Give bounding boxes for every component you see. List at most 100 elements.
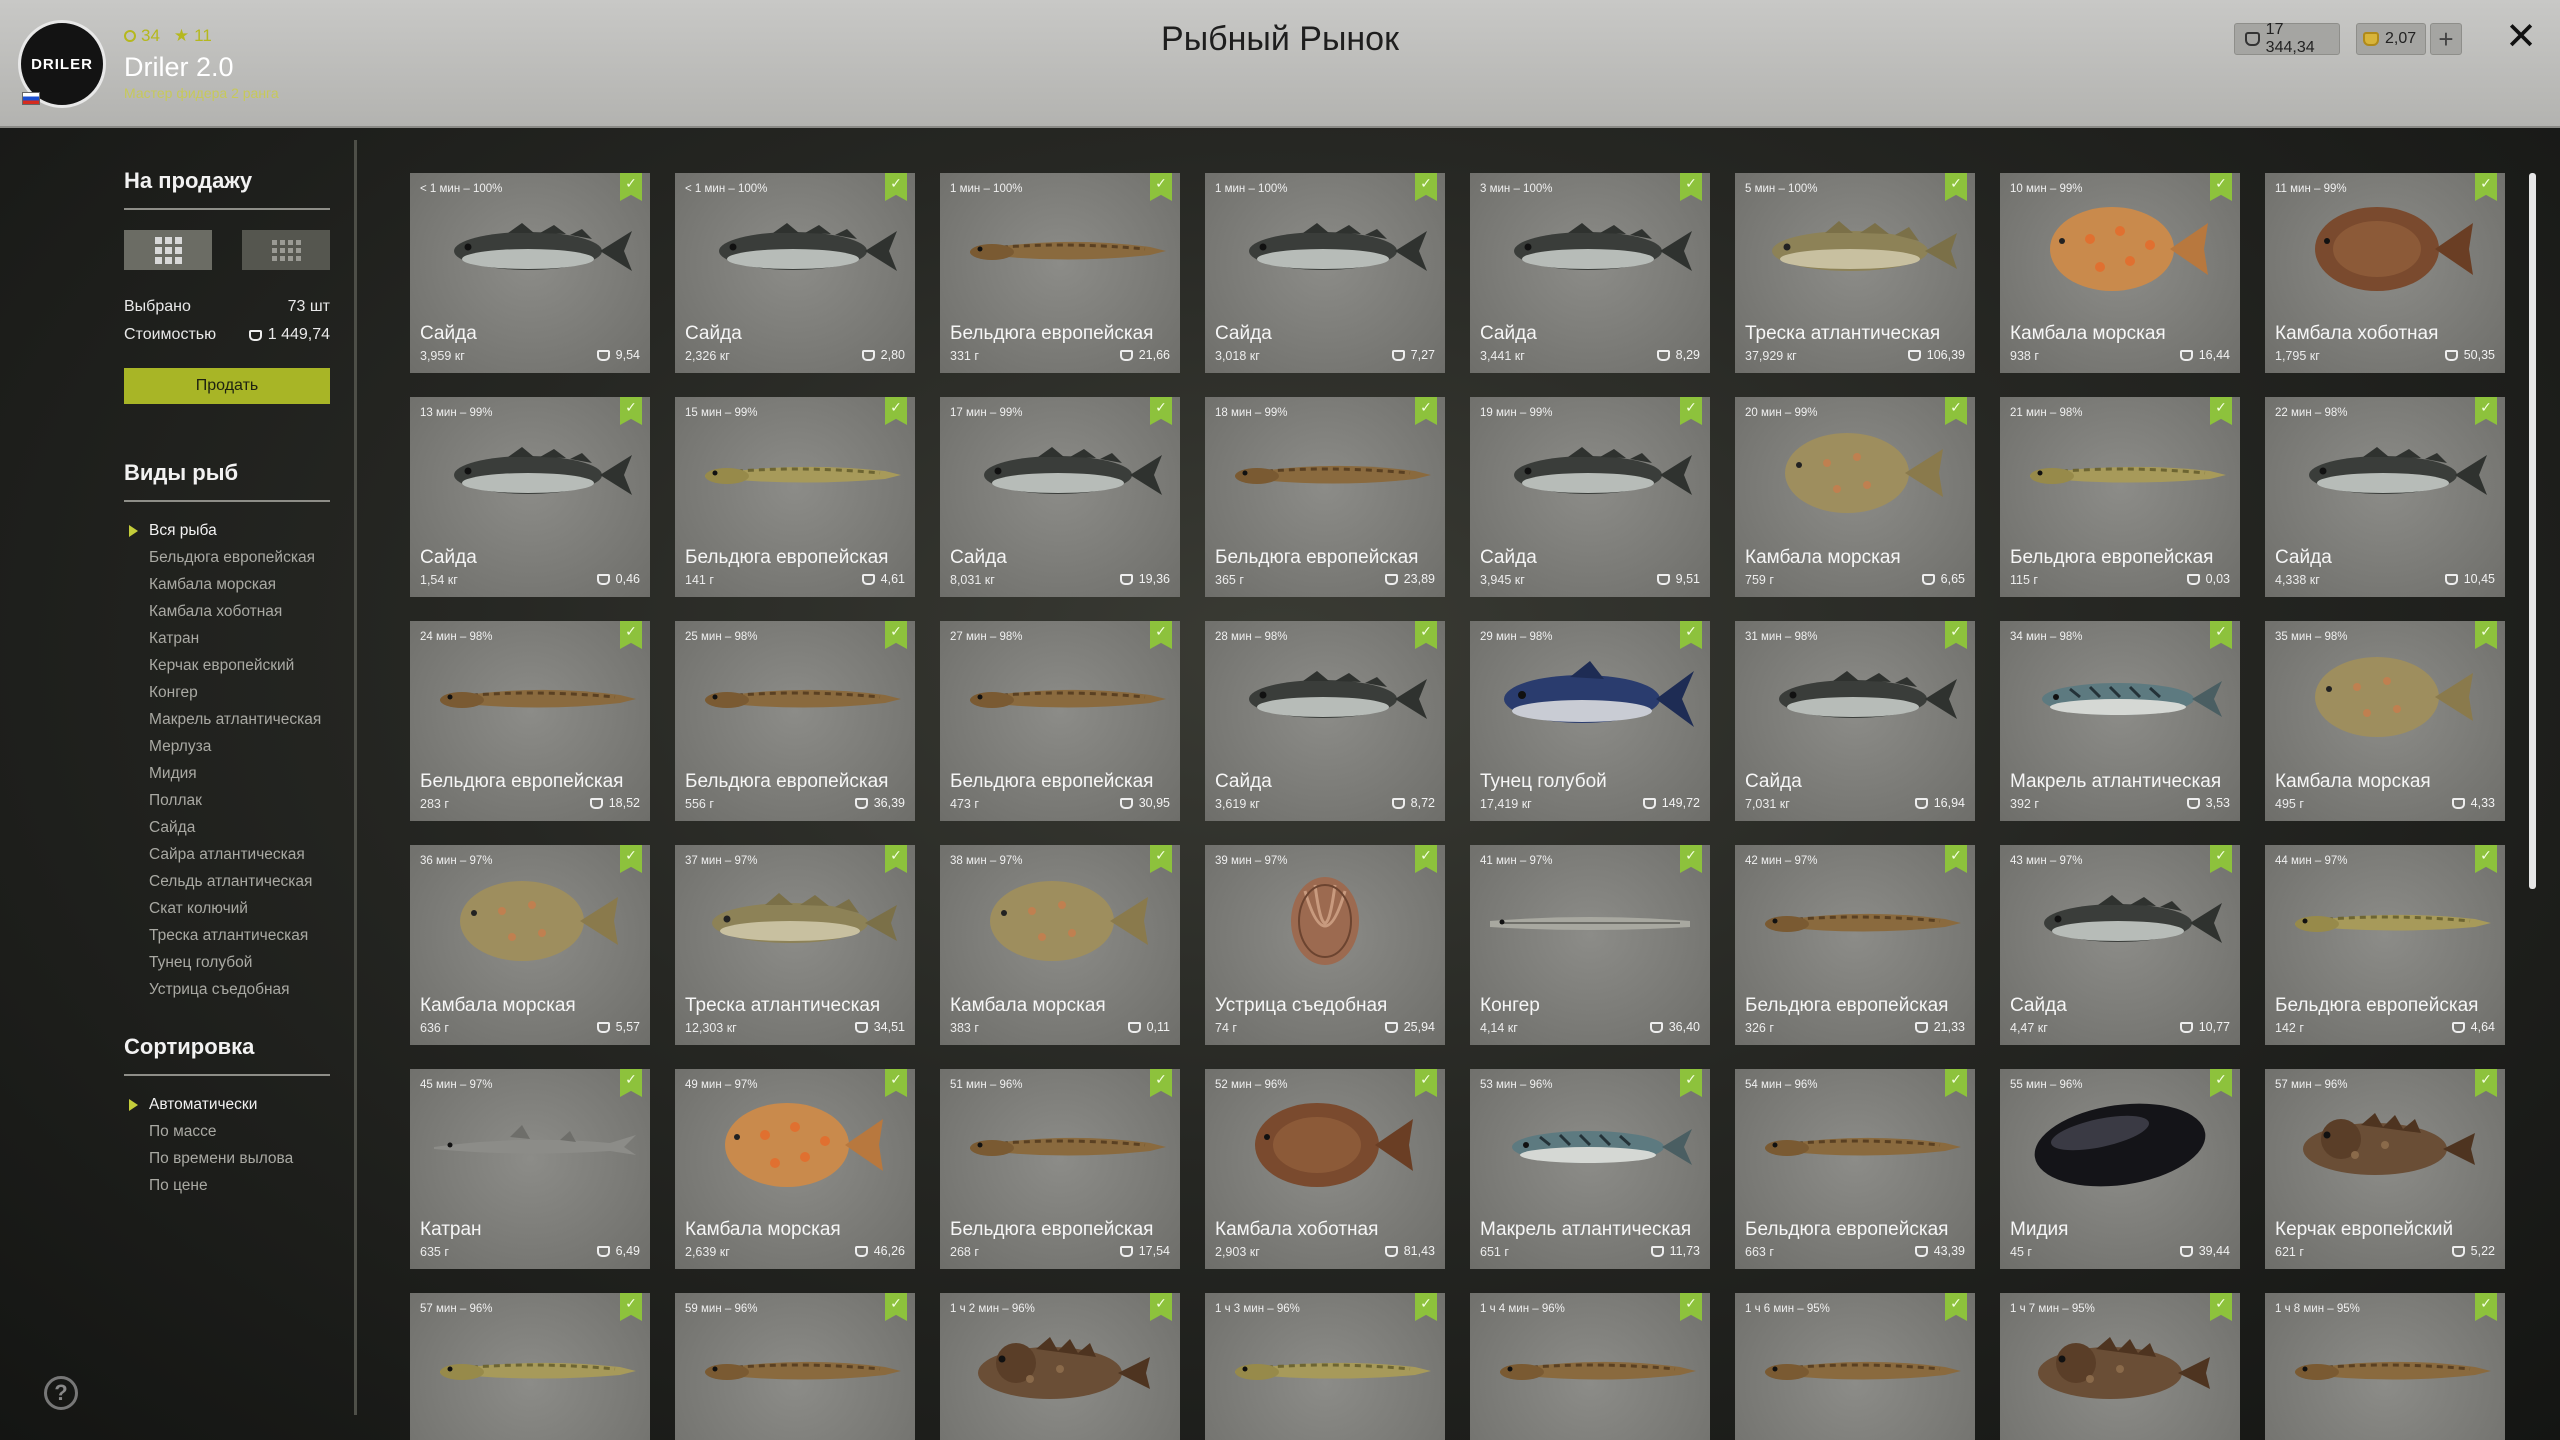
fish-card[interactable]: 54 мин – 96% ✓ Бельдюга европейская 663 … [1735, 1069, 1975, 1269]
fish-card[interactable]: 34 мин – 98% ✓ Макрель атлантическая 392… [2000, 621, 2240, 821]
species-filter-item[interactable]: Макрель атлантическая [124, 711, 330, 728]
fish-card[interactable]: 49 мин – 97% ✓ Камбала морская 2,639 кг … [675, 1069, 915, 1269]
species-filter-item[interactable]: Конгер [124, 684, 330, 701]
fish-weight: 283 г [420, 797, 449, 811]
cost-value-wrap: 1 449,74 [248, 326, 330, 344]
fish-card[interactable]: 35 мин – 98% ✓ Камбала морская 495 г 4,3… [2265, 621, 2505, 821]
fish-card[interactable]: < 1 мин – 100% ✓ Сайда 2,326 кг 2,80 [675, 173, 915, 373]
fish-name: Бельдюга европейская [2010, 547, 2214, 568]
fish-card[interactable]: 21 мин – 98% ✓ Бельдюга европейская 115 … [2000, 397, 2240, 597]
fish-card[interactable]: 1 мин – 100% ✓ Сайда 3,018 кг 7,27 [1205, 173, 1445, 373]
fish-grid: < 1 мин – 100% ✓ Сайда 3,959 кг 9,54 < 1… [410, 173, 2510, 1440]
fish-card[interactable]: 1 ч 6 мин – 95% ✓ [1735, 1293, 1975, 1440]
species-filter-item[interactable]: Керчак европейский [124, 657, 330, 674]
fish-price: 11,73 [1650, 1244, 1700, 1258]
sidebar: На продажу Выбрано 73 шт Стоимостью 1 44… [124, 168, 330, 1230]
fish-name: Бельдюга европейская [950, 323, 1154, 344]
fish-card[interactable]: 37 мин – 97% ✓ Треска атлантическая 12,3… [675, 845, 915, 1045]
sort-option-item[interactable]: По массе [124, 1123, 330, 1140]
help-icon[interactable]: ? [44, 1376, 78, 1410]
fish-card[interactable]: 11 мин – 99% ✓ Камбала хоботная 1,795 кг… [2265, 173, 2505, 373]
add-gold-button[interactable]: + [2430, 23, 2462, 55]
fish-card[interactable]: 36 мин – 97% ✓ Камбала морская 636 г 5,5… [410, 845, 650, 1045]
species-filter-item[interactable]: Мидия [124, 765, 330, 782]
fish-name: Сайда [1480, 323, 1537, 344]
fish-image [2044, 895, 2222, 943]
fish-card[interactable]: 24 мин – 98% ✓ Бельдюга европейская 283 … [410, 621, 650, 821]
silver-coin-icon [596, 573, 610, 585]
fish-name: Бельдюга европейская [950, 1219, 1154, 1240]
fish-card[interactable]: 3 мин – 100% ✓ Сайда 3,441 кг 8,29 [1470, 173, 1710, 373]
fish-name: Бельдюга европейская [420, 771, 624, 792]
fish-card[interactable]: 45 мин – 97% ✓ Катран 635 г 6,49 [410, 1069, 650, 1269]
fish-card[interactable]: 1 мин – 100% ✓ Бельдюга европейская 331 … [940, 173, 1180, 373]
large-grid-view-button[interactable] [124, 230, 212, 270]
fish-card[interactable]: 1 ч 2 мин – 96% ✓ [940, 1293, 1180, 1440]
fish-weight: 17,419 кг [1480, 797, 1532, 811]
fish-card[interactable]: 38 мин – 97% ✓ Камбала морская 383 г 0,1… [940, 845, 1180, 1045]
small-grid-view-button[interactable] [242, 230, 330, 270]
fish-card[interactable]: 1 ч 4 мин – 96% ✓ [1470, 1293, 1710, 1440]
fish-weight: 938 г [2010, 349, 2039, 363]
species-filter-item[interactable]: Сельдь атлантическая [124, 873, 330, 890]
species-filter-item[interactable]: Поллак [124, 792, 330, 809]
species-filter-item[interactable]: Тунец голубой [124, 954, 330, 971]
species-filter-item[interactable]: Мерлуза [124, 738, 330, 755]
species-filter-item[interactable]: Катран [124, 630, 330, 647]
fish-card[interactable]: 41 мин – 97% ✓ Конгер 4,14 кг 36,40 [1470, 845, 1710, 1045]
fish-card[interactable]: 27 мин – 98% ✓ Бельдюга европейская 473 … [940, 621, 1180, 821]
sell-button[interactable]: Продать [124, 368, 330, 404]
close-button[interactable]: ✕ [2504, 18, 2538, 56]
fish-card[interactable]: 29 мин – 98% ✓ Тунец голубой 17,419 кг 1… [1470, 621, 1710, 821]
fish-card[interactable]: 57 мин – 96% ✓ [410, 1293, 650, 1440]
fish-card[interactable]: 52 мин – 96% ✓ Камбала хоботная 2,903 кг… [1205, 1069, 1445, 1269]
species-filter-item[interactable]: Устрица съедобная [124, 981, 330, 998]
fish-price: 25,94 [1384, 1020, 1435, 1034]
fish-card[interactable]: 1 ч 8 мин – 95% ✓ [2265, 1293, 2505, 1440]
fish-name: Сайда [2010, 995, 2067, 1016]
grid-scrollbar[interactable] [2529, 173, 2536, 889]
fish-card[interactable]: 59 мин – 96% ✓ [675, 1293, 915, 1440]
species-filter-item[interactable]: Камбала хоботная [124, 603, 330, 620]
fish-card[interactable]: 15 мин – 99% ✓ Бельдюга европейская 141 … [675, 397, 915, 597]
fish-card[interactable]: 42 мин – 97% ✓ Бельдюга европейская 326 … [1735, 845, 1975, 1045]
fish-card[interactable]: 51 мин – 96% ✓ Бельдюга европейская 268 … [940, 1069, 1180, 1269]
sort-option-item[interactable]: По цене [124, 1177, 330, 1194]
species-filter-item[interactable]: Скат колючий [124, 900, 330, 917]
fish-card[interactable]: 43 мин – 97% ✓ Сайда 4,47 кг 10,77 [2000, 845, 2240, 1045]
fish-card[interactable]: 10 мин – 99% ✓ Камбала морская 938 г 16,… [2000, 173, 2240, 373]
species-filter-item[interactable]: Бельдюга европейская [124, 549, 330, 566]
fish-card[interactable]: 13 мин – 99% ✓ Сайда 1,54 кг 0,46 [410, 397, 650, 597]
fish-weight: 2,903 кг [1215, 1245, 1260, 1259]
species-filter-item[interactable]: Камбала морская [124, 576, 330, 593]
fish-weight: 4,14 кг [1480, 1021, 1518, 1035]
fish-card[interactable]: 20 мин – 99% ✓ Камбала морская 759 г 6,6… [1735, 397, 1975, 597]
fish-card[interactable]: < 1 мин – 100% ✓ Сайда 3,959 кг 9,54 [410, 173, 650, 373]
fish-card[interactable]: 1 ч 7 мин – 95% ✓ [2000, 1293, 2240, 1440]
fish-card[interactable]: 53 мин – 96% ✓ Макрель атлантическая 651… [1470, 1069, 1710, 1269]
species-filter-item[interactable]: Сайда [124, 819, 330, 836]
fish-card[interactable]: 17 мин – 99% ✓ Сайда 8,031 кг 19,36 [940, 397, 1180, 597]
fish-card[interactable]: 31 мин – 98% ✓ Сайда 7,031 кг 16,94 [1735, 621, 1975, 821]
fish-card[interactable]: 1 ч 3 мин – 96% ✓ [1205, 1293, 1445, 1440]
fish-card[interactable]: 44 мин – 97% ✓ Бельдюга европейская 142 … [2265, 845, 2505, 1045]
fish-price: 6,49 [596, 1244, 640, 1258]
fish-card[interactable]: 57 мин – 96% ✓ Керчак европейский 621 г … [2265, 1069, 2505, 1269]
species-filter-item[interactable]: Сайра атлантическая [124, 846, 330, 863]
sort-option-item[interactable]: Автоматически [124, 1096, 330, 1113]
fish-card[interactable]: 19 мин – 99% ✓ Сайда 3,945 кг 9,51 [1470, 397, 1710, 597]
fish-weight: 3,959 кг [420, 349, 465, 363]
species-filter-item[interactable]: Вся рыба [124, 522, 330, 539]
fish-card[interactable]: 22 мин – 98% ✓ Сайда 4,338 кг 10,45 [2265, 397, 2505, 597]
fish-image [970, 689, 1166, 708]
sort-option-item[interactable]: По времени вылова [124, 1150, 330, 1167]
fish-card[interactable]: 25 мин – 98% ✓ Бельдюга европейская 556 … [675, 621, 915, 821]
fish-card[interactable]: 55 мин – 96% ✓ Мидия 45 г 39,44 [2000, 1069, 2240, 1269]
fish-card[interactable]: 39 мин – 97% ✓ Устрица съедобная 74 г 25… [1205, 845, 1445, 1045]
fish-card[interactable]: 5 мин – 100% ✓ Треска атлантическая 37,9… [1735, 173, 1975, 373]
fish-card[interactable]: 28 мин – 98% ✓ Сайда 3,619 кг 8,72 [1205, 621, 1445, 821]
fish-weight: 759 г [1745, 573, 1774, 587]
species-filter-item[interactable]: Треска атлантическая [124, 927, 330, 944]
fish-weight: 45 г [2010, 1245, 2032, 1259]
fish-card[interactable]: 18 мин – 99% ✓ Бельдюга европейская 365 … [1205, 397, 1445, 597]
